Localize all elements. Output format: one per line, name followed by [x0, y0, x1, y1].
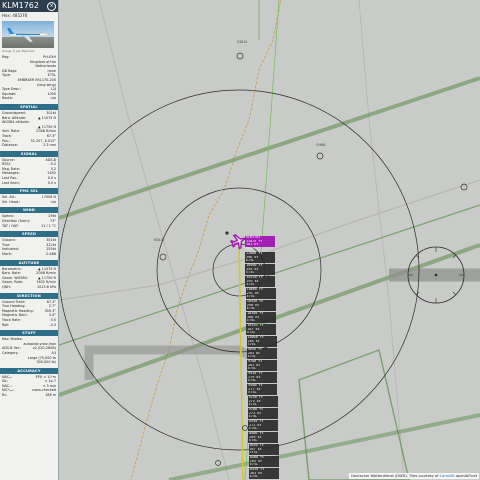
- trail-point-label[interactable]: 9100 ft 273 kt E75L: [247, 408, 278, 419]
- section-header[interactable]: STUFF: [0, 330, 58, 337]
- label-line: E75L: [247, 367, 257, 371]
- close-icon[interactable]: ×: [47, 2, 56, 11]
- label-line: E75L: [248, 403, 257, 407]
- hex-label: Hex: 4852F8: [2, 13, 28, 18]
- info-key: QNH:: [2, 284, 11, 289]
- info-key: Rc:: [2, 393, 8, 398]
- label-line: E75L: [248, 391, 257, 395]
- label-line: E75L: [246, 247, 255, 251]
- label-line: E75L: [247, 331, 256, 335]
- app-window: KLM1762 × Hex: 4852F8 Image © Jan Mazure…: [0, 0, 480, 480]
- info-key: Roll:: [2, 322, 10, 327]
- aircraft-info-sidebar: KLM1762 × Hex: 4852F8 Image © Jan Mazure…: [0, 0, 59, 480]
- info-value: 186 m: [45, 393, 56, 398]
- info-row: Rc: 186 m: [0, 393, 58, 398]
- section-header[interactable]: ACCURACY: [0, 367, 58, 374]
- trail-point-label[interactable]: 8500 ft 265 kt E75L: [248, 456, 279, 467]
- attribution-link[interactable]: CartoDB: [440, 474, 455, 478]
- selected-aircraft-label[interactable]: KLM1762 11075 ft 301 kt E75L: [245, 236, 275, 250]
- trail-point-label[interactable]: 8800 ft 269 kt E75L: [248, 432, 279, 443]
- info-value: -0.3: [49, 322, 56, 327]
- section-header[interactable]: WIND: [0, 207, 58, 214]
- airport-label: EHBK: [316, 143, 326, 147]
- trail-point-label[interactable]: 9250 ft 275 kt E75L: [247, 396, 278, 407]
- trail-point-label[interactable]: 10750 ft 293 kt E75L: [245, 276, 276, 287]
- aircraft-photo[interactable]: [2, 21, 54, 48]
- info-row: Distance: 2.3 nmi: [0, 143, 58, 148]
- trail-point-label[interactable]: 8950 ft 271 kt E75L: [248, 420, 279, 431]
- section-header[interactable]: SPEED: [0, 231, 58, 238]
- photo-caption: Image © Jan Mazurek: [2, 49, 35, 53]
- info-row: Mach: 0.486: [0, 252, 58, 257]
- info-key: Distance:: [2, 143, 18, 148]
- label-line: E75L: [249, 427, 258, 431]
- trail-point-label[interactable]: 8350 ft 263 kt E75L: [248, 468, 279, 479]
- info-value: 0.486: [46, 252, 56, 256]
- attribution-suffix: openAIP.net: [455, 474, 477, 478]
- aircraft-info-rows: Reg: PH-EXH Kingdom of the Netherlands DB fl…: [0, 55, 58, 101]
- trail-point-label[interactable]: 10600 ft 291 kt E75L: [245, 288, 276, 299]
- info-value: n/a: [50, 199, 56, 204]
- trail-point-label[interactable]: 9400 ft 277 kt E75L: [247, 384, 278, 395]
- label-line: E75L: [248, 379, 257, 383]
- label-line: E75L: [246, 283, 255, 287]
- trail-point-label[interactable]: 10450 ft 290 kt E75L: [245, 300, 276, 311]
- receiver-marker: [225, 231, 229, 235]
- trail-point-label[interactable]: 8650 ft 267 kt E75L: [248, 444, 279, 455]
- info-key: Route:: [2, 96, 13, 101]
- trail-point-label[interactable]: 10900 ft 294 kt E75L: [245, 264, 276, 275]
- label-line: E75L: [248, 415, 258, 419]
- label-line: E75L: [249, 439, 258, 443]
- label-line: E75L: [249, 475, 259, 479]
- label-line: E75L: [246, 259, 255, 263]
- info-value: 0.0 s: [47, 180, 56, 185]
- label-line: E75L: [247, 319, 256, 323]
- airport-label: EDLG: [154, 238, 164, 242]
- info-row: Sel. Head.: n/a: [0, 200, 58, 205]
- info-sections: SPATIAL Groundspeed: 301kt Baro. Altitude: ▲…: [0, 103, 58, 398]
- info-value: 1013.6 hPa: [36, 284, 56, 289]
- info-value: n/a: [50, 96, 56, 101]
- label-line: E75L: [247, 343, 256, 347]
- map-view[interactable]: EDLN EHBK EDLG KLM1762 11075 ft 301 kt E75L…: [59, 0, 480, 480]
- label-line: E75L: [249, 463, 258, 467]
- trail-point-label[interactable]: 9550 ft 279 kt E75L: [247, 372, 278, 383]
- info-row: QNH: 1013.6 hPa: [0, 285, 58, 290]
- trail-point-label[interactable]: 10150 ft 287 kt E75L: [246, 324, 277, 335]
- section-header[interactable]: FMS SEL: [0, 188, 58, 195]
- trail-point-label[interactable]: 10000 ft 285 kt E75L: [246, 336, 277, 347]
- aircraft-photo-graphic: [7, 28, 50, 43]
- section-header[interactable]: SIGNAL: [0, 150, 58, 157]
- section-header[interactable]: DIRECTION: [0, 292, 58, 299]
- info-row: Last Seen: 0.0 s: [0, 181, 58, 186]
- trail-point-label[interactable]: 11000 ft 296 kt E75L: [245, 252, 275, 263]
- label-line: E75L: [249, 451, 258, 455]
- label-line: E75L: [246, 307, 256, 311]
- map-attribution: Deutscher Wetterdienst (DWD). Tiles cour…: [349, 473, 479, 479]
- info-value: 2.3 nmi: [43, 143, 56, 148]
- label-line: E75L: [246, 295, 255, 299]
- info-key: Mach:: [2, 252, 13, 256]
- info-value: 300,000 lb): [36, 360, 56, 365]
- attribution-text: Deutscher Wetterdienst (DWD). Tiles cour…: [351, 474, 439, 478]
- section-header[interactable]: SPATIAL: [0, 103, 58, 110]
- section-header[interactable]: ALTITUDE: [0, 259, 58, 266]
- info-row: Roll: -0.3: [0, 323, 58, 328]
- info-value: 11 / 1 °C: [41, 223, 56, 228]
- label-line: E75L: [246, 271, 255, 275]
- info-row: TAT / OAT: 11 / 1 °C: [0, 224, 58, 229]
- trail-point-label[interactable]: 10300 ft 288 kt E75L: [246, 312, 277, 323]
- label-line: E75L: [247, 355, 256, 359]
- info-key: Sel. Head.:: [2, 199, 21, 204]
- info-row: 300,000 lb): [0, 360, 58, 365]
- info-key: Last Seen:: [2, 180, 20, 185]
- trail-point-label[interactable]: 9700 ft 281 kt E75L: [246, 360, 277, 371]
- info-row: Route: n/a: [0, 96, 58, 101]
- info-key: TAT / OAT:: [2, 223, 19, 228]
- airport-label: EDLN: [237, 40, 247, 44]
- callsign-title: KLM1762: [2, 1, 39, 10]
- sidebar-header: KLM1762 ×: [0, 0, 58, 12]
- trail-point-label[interactable]: 9850 ft 283 kt E75L: [246, 348, 277, 359]
